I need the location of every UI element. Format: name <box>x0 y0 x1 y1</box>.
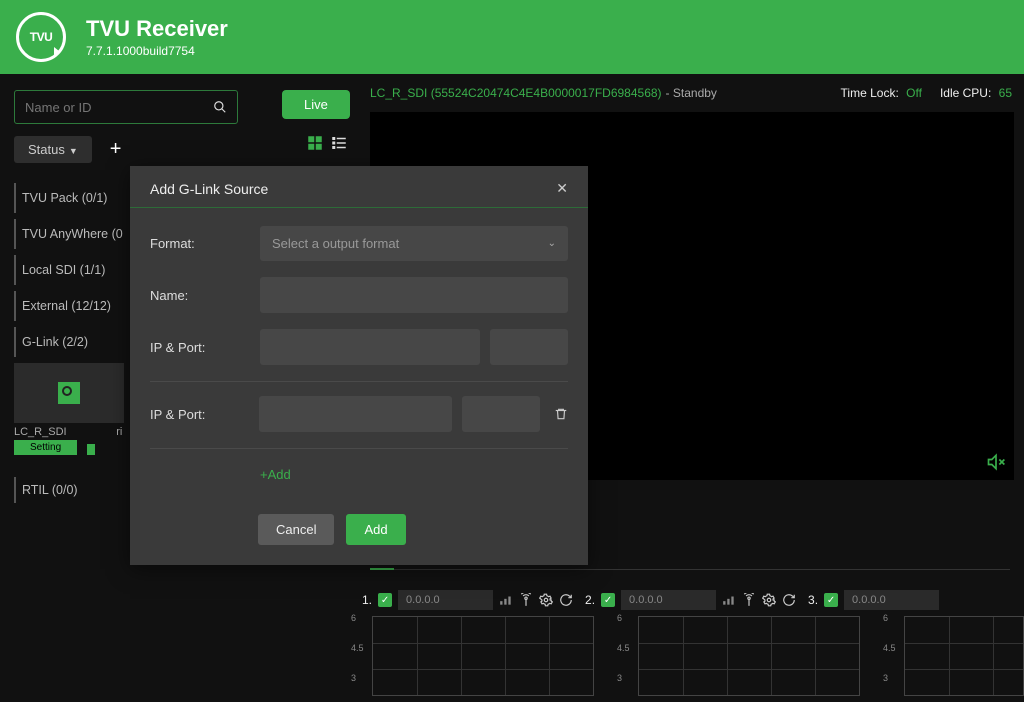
format-select[interactable]: Select a output format ⌄ <box>260 226 568 261</box>
ip-input-2[interactable] <box>259 396 452 432</box>
signal-icon <box>722 593 736 607</box>
app-title: TVU Receiver <box>86 16 228 42</box>
add-button[interactable]: Add <box>346 514 405 545</box>
device-state: - Standby <box>666 86 717 100</box>
output-1: 1. ✓ 0.0.0.0 <box>362 590 573 610</box>
device-id: LC_R_SDI (55524C20474C4E4B0000017FD69845… <box>370 86 662 100</box>
checkbox-icon[interactable]: ✓ <box>378 593 392 607</box>
divider <box>150 448 568 449</box>
source-list: TVU Pack (0/1) TVU AnyWhere (0 Local SDI… <box>14 183 129 503</box>
divider <box>150 381 568 382</box>
output-3: 3. ✓ 0.0.0.0 <box>808 590 939 610</box>
port-input-1[interactable] <box>490 329 568 365</box>
signal-icon <box>499 593 513 607</box>
status-indicator <box>87 444 95 455</box>
output-ip[interactable]: 0.0.0.0 <box>621 590 716 610</box>
chart-3: 6 4.5 3 <box>904 616 1024 696</box>
ipport-label-1: IP & Port: <box>150 340 260 355</box>
source-item-tvupack[interactable]: TVU Pack (0/1) <box>14 183 129 213</box>
source-item-rtil[interactable]: RTIL (0/0) <box>14 477 129 503</box>
chevron-down-icon: ⌄ <box>548 238 556 249</box>
status-bar: LC_R_SDI (55524C20474C4E4B0000017FD69845… <box>370 86 1024 100</box>
header-titles: TVU Receiver 7.7.1.1000build7754 <box>86 16 228 58</box>
antenna-icon[interactable] <box>742 593 756 607</box>
refresh-icon[interactable] <box>559 593 573 607</box>
output-ip[interactable]: 0.0.0.0 <box>844 590 939 610</box>
add-glink-dialog: Add G-Link Source ✕ Format: Select a out… <box>130 166 588 565</box>
cancel-button[interactable]: Cancel <box>258 514 334 545</box>
caret-down-icon: ▼ <box>69 146 78 156</box>
ip-input-1[interactable] <box>260 329 480 365</box>
dialog-title: Add G-Link Source <box>150 181 268 197</box>
name-input[interactable] <box>260 277 568 313</box>
source-item-localsdi[interactable]: Local SDI (1/1) <box>14 255 129 285</box>
chart-1: 6 4.5 3 <box>372 616 594 696</box>
view-toggle <box>306 134 348 152</box>
chart-2: 6 4.5 3 <box>638 616 860 696</box>
output-2: 2. ✓ 0.0.0.0 <box>585 590 796 610</box>
thumbnail-label: LC_R_SDI <box>14 426 67 438</box>
search-input-wrapper[interactable] <box>14 90 238 124</box>
add-source-icon[interactable]: + <box>110 138 122 161</box>
source-thumbnail[interactable] <box>14 363 124 423</box>
time-lock: Time Lock: Off <box>841 86 922 100</box>
port-input-2[interactable] <box>462 396 540 432</box>
name-label: Name: <box>150 288 260 303</box>
format-label: Format: <box>150 236 260 251</box>
search-icon <box>213 100 227 114</box>
search-input[interactable] <box>25 100 213 115</box>
idle-cpu: Idle CPU: 65 <box>940 86 1012 100</box>
close-icon[interactable]: ✕ <box>556 180 568 197</box>
mute-icon[interactable] <box>986 452 1006 472</box>
app-version: 7.7.1.1000build7754 <box>86 44 228 58</box>
checkbox-icon[interactable]: ✓ <box>824 593 838 607</box>
gear-icon[interactable] <box>539 593 553 607</box>
status-filter[interactable]: Status▼ <box>14 136 92 163</box>
source-item-external[interactable]: External (12/12) <box>14 291 129 321</box>
trash-icon[interactable] <box>554 407 568 421</box>
logo-text: TVU <box>30 30 53 44</box>
checkbox-icon[interactable]: ✓ <box>601 593 615 607</box>
outputs-row: 1. ✓ 0.0.0.0 2. ✓ 0.0.0.0 <box>362 590 1024 610</box>
source-item-glink[interactable]: G-Link (2/2) <box>14 327 129 357</box>
output-ip[interactable]: 0.0.0.0 <box>398 590 493 610</box>
gear-icon[interactable] <box>762 593 776 607</box>
list-view-icon[interactable] <box>330 134 348 152</box>
app-header: TVU TVU Receiver 7.7.1.1000build7754 <box>0 0 1024 74</box>
source-item-anywhere[interactable]: TVU AnyWhere (0 <box>14 219 129 249</box>
grid-view-icon[interactable] <box>306 134 324 152</box>
ipport-label-2: IP & Port: <box>150 407 259 422</box>
music-note-icon <box>58 382 80 404</box>
antenna-icon[interactable] <box>519 593 533 607</box>
refresh-icon[interactable] <box>782 593 796 607</box>
add-row-link[interactable]: +Add <box>260 467 291 482</box>
live-button[interactable]: Live <box>282 90 350 119</box>
logo: TVU <box>16 12 66 62</box>
output-charts: 6 4.5 3 6 4.5 3 6 4.5 3 <box>372 616 1024 696</box>
setting-badge: Setting <box>14 440 77 455</box>
